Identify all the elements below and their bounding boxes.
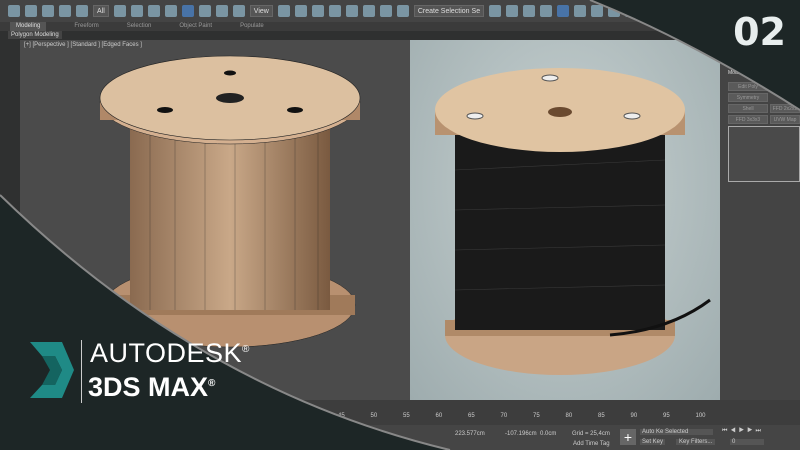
- brand-text: AUTODESK: [90, 338, 243, 368]
- corner-shape-bottom: [0, 195, 450, 450]
- product-text: 3DS MAX: [88, 372, 209, 402]
- brand-name: AUTODESK®: [90, 338, 250, 369]
- reg-mark: ®: [208, 378, 216, 389]
- reg-mark: ®: [242, 344, 250, 355]
- episode-number: 02: [733, 10, 786, 54]
- product-name: 3DS MAX®: [88, 372, 215, 403]
- logo-divider: [81, 340, 82, 403]
